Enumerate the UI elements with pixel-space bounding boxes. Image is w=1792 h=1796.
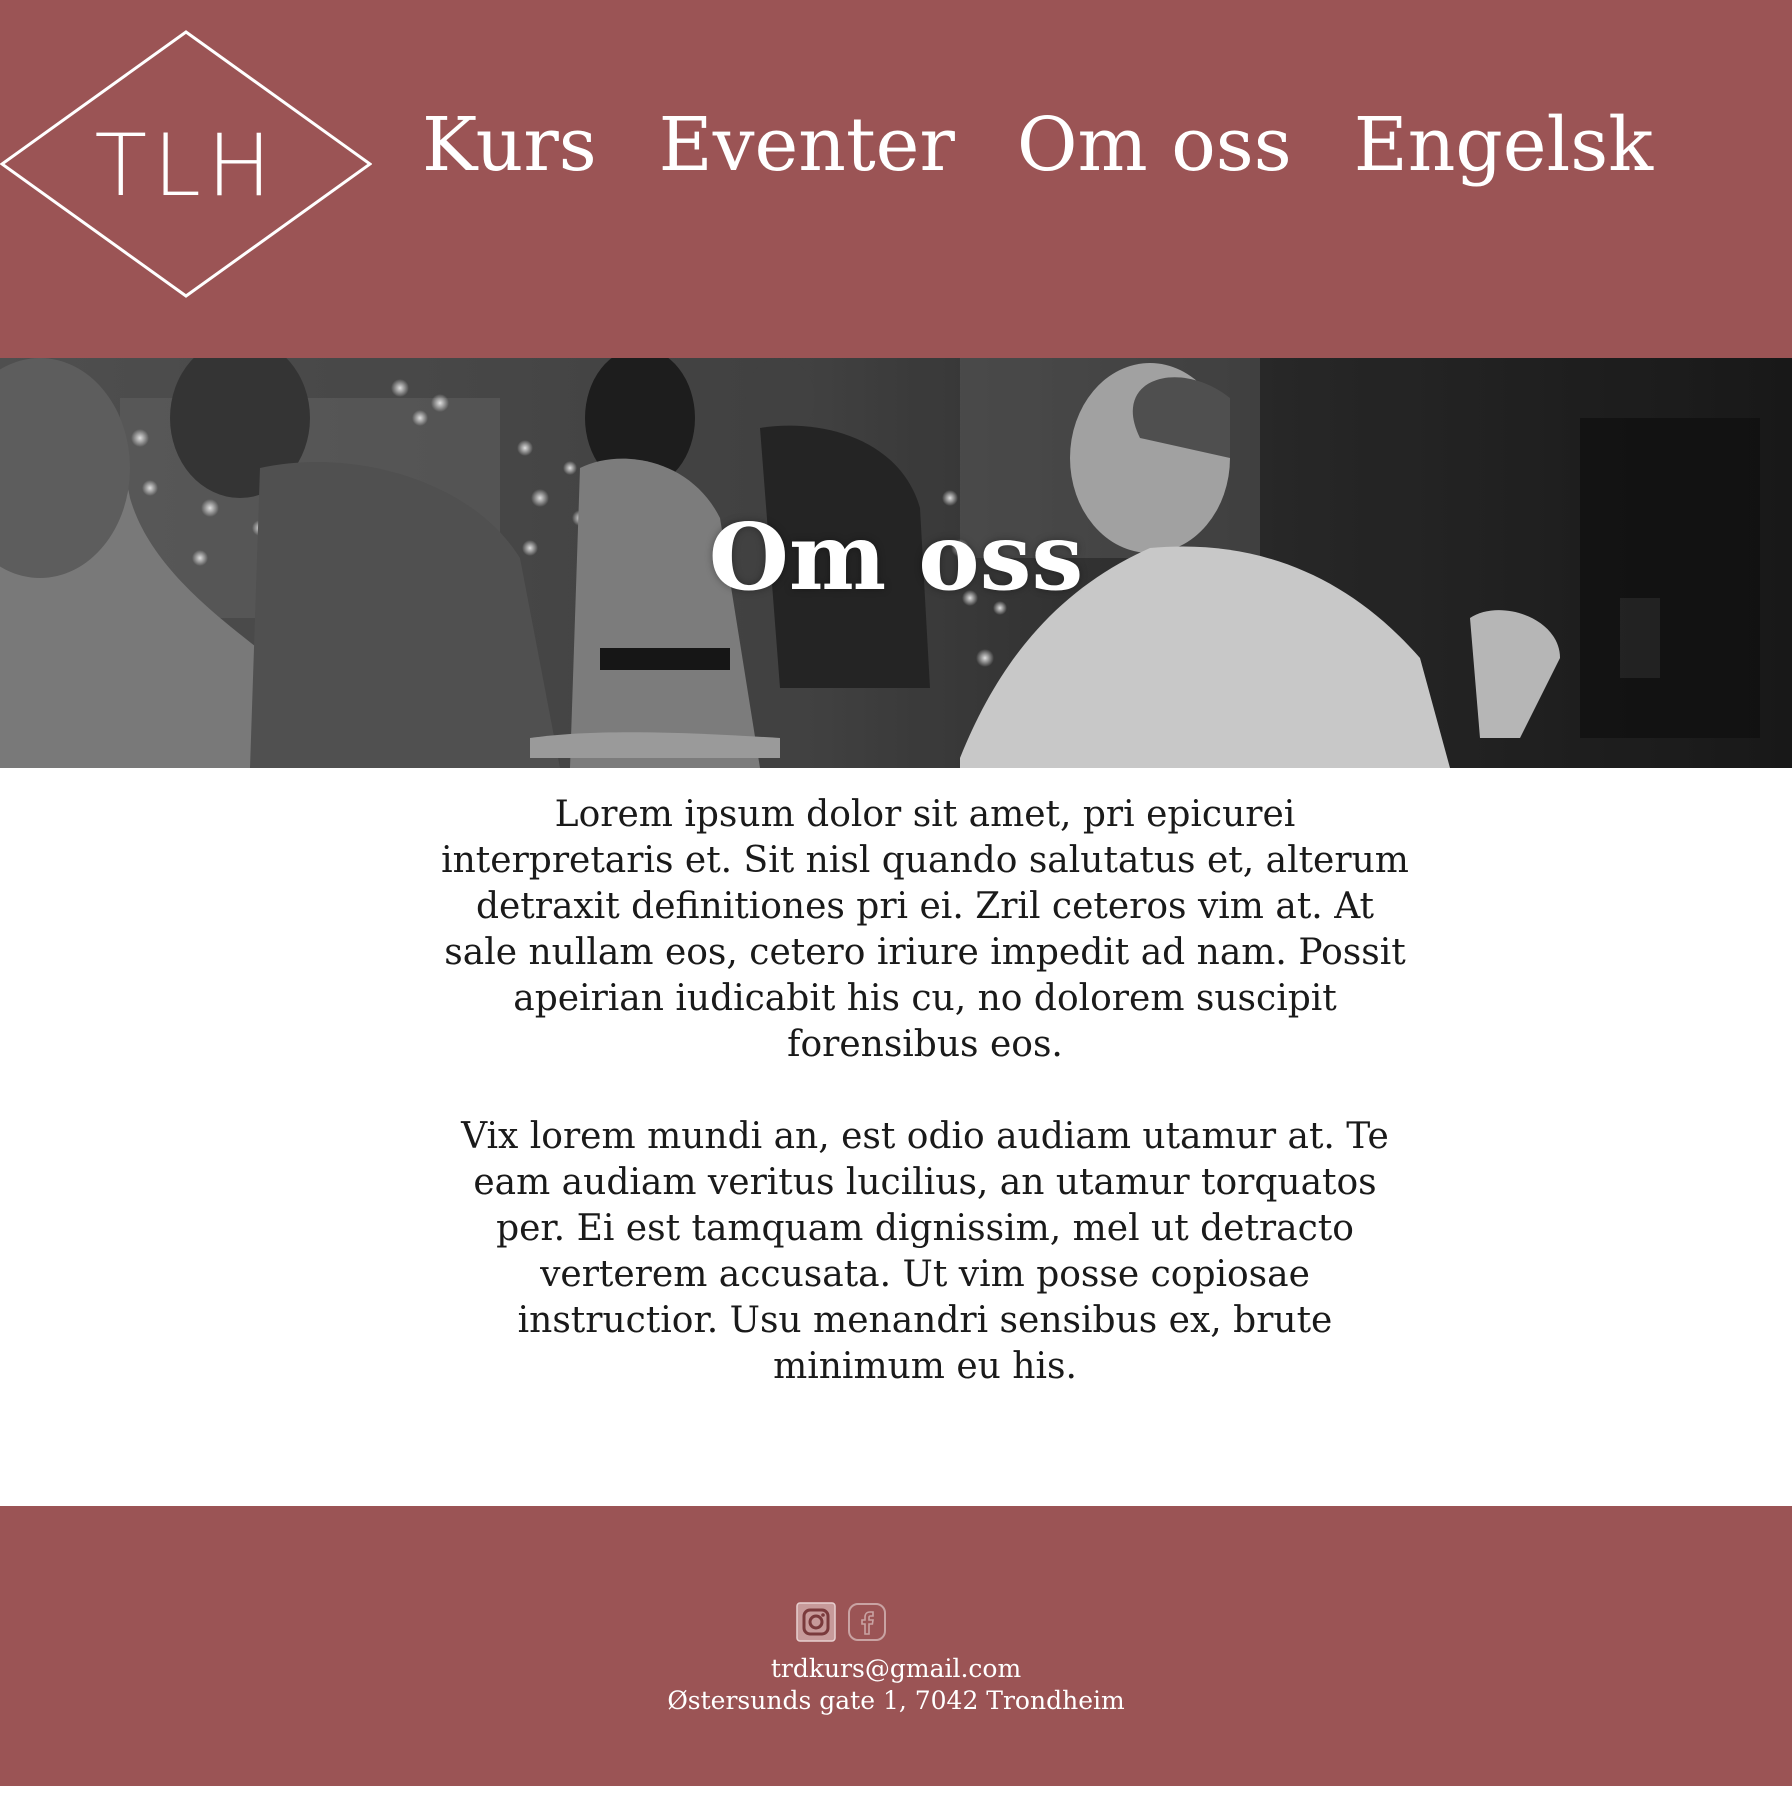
page-title: Om oss: [708, 503, 1084, 611]
logo-text: TLH: [94, 116, 278, 216]
site-header: TLH Kurs Eventer Om oss Engelsk: [0, 0, 1792, 358]
main-nav: Kurs Eventer Om oss Engelsk: [422, 108, 1653, 182]
about-paragraph-1: Lorem ipsum dolor sit amet, pri epicurei…: [441, 794, 1409, 1065]
about-content: Lorem ipsum dolor sit amet, pri epicurei…: [440, 792, 1410, 1436]
nav-item-eventer[interactable]: Eventer: [659, 108, 955, 182]
site-logo[interactable]: TLH: [0, 30, 372, 298]
site-footer: trdkurs@gmail.com Østersunds gate 1, 704…: [0, 1506, 1792, 1786]
social-links: [796, 1602, 887, 1642]
instagram-icon[interactable]: [796, 1602, 836, 1642]
nav-item-om-oss[interactable]: Om oss: [1017, 108, 1292, 182]
contact-email[interactable]: trdkurs@gmail.com: [0, 1654, 1792, 1683]
hero-banner: Om oss: [0, 358, 1792, 768]
about-paragraph-2: Vix lorem mundi an, est odio audiam utam…: [461, 1116, 1389, 1387]
nav-item-engelsk[interactable]: Engelsk: [1354, 108, 1653, 182]
contact-address: Østersunds gate 1, 7042 Trondheim: [667, 1686, 1125, 1715]
nav-item-kurs[interactable]: Kurs: [422, 108, 597, 182]
facebook-icon[interactable]: [847, 1602, 887, 1642]
